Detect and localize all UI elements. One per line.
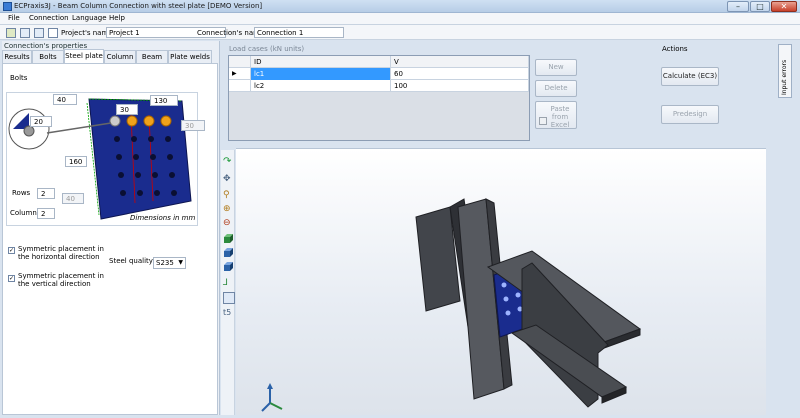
paste-from-excel-label: Paste from Excel <box>550 105 570 129</box>
sym-horizontal-label: Symmetric placement in the horizontal di… <box>18 245 104 261</box>
fit-icon[interactable] <box>223 292 235 304</box>
dim-input-30[interactable]: 30 <box>116 104 138 115</box>
bolt-head-2 <box>126 115 138 127</box>
tab-beam[interactable]: Beam <box>136 50 168 63</box>
zoom-in-icon[interactable]: ⊕ <box>223 204 235 216</box>
table-row[interactable]: lc2 100 <box>229 80 529 92</box>
bolt-head-4 <box>160 115 172 127</box>
axes-icon[interactable]: ⅃ <box>223 278 235 290</box>
current-row-icon: ▶ <box>229 68 251 80</box>
cell-id[interactable]: lc1 <box>251 68 391 80</box>
sym-horizontal-checkbox[interactable]: ✓ <box>8 247 15 254</box>
columns-input[interactable]: 2 <box>37 208 55 219</box>
dim-input-20[interactable]: 20 <box>30 116 52 127</box>
save-icon[interactable] <box>20 28 30 38</box>
connection-3d-model <box>261 198 642 412</box>
dim-input-40-top[interactable]: 40 <box>53 94 77 105</box>
menu-bar: File Connection Language Help <box>0 13 800 25</box>
new-button[interactable]: New <box>535 59 577 76</box>
columns-label: Columns <box>10 209 41 217</box>
toolbar: Project's name: Connection's name: <box>0 25 800 40</box>
rotate-icon[interactable]: ↷ <box>223 156 235 168</box>
dim-input-160[interactable]: 160 <box>65 156 87 167</box>
cell-id[interactable]: lc2 <box>251 80 391 92</box>
dim-input-130[interactable]: 130 <box>150 95 178 106</box>
tab-column[interactable]: Column <box>104 50 136 63</box>
calculate-ec3-button[interactable]: Calculate (EC3) <box>661 67 719 86</box>
row-header-cell <box>229 56 251 68</box>
cube-top-icon[interactable] <box>223 262 235 274</box>
cell-v[interactable]: 60 <box>391 68 529 80</box>
sym-vertical-label: Symmetric placement in the vertical dire… <box>18 272 104 288</box>
report-icon[interactable] <box>48 28 58 38</box>
menu-connection[interactable]: Connection <box>29 14 69 22</box>
plate-drawing <box>8 98 192 220</box>
bolts-group-title: Bolts <box>10 74 28 82</box>
load-cases-grid[interactable]: ID V ▶ lc1 60 lc2 100 <box>228 55 530 141</box>
dimensions-caption: Dimensions in mm <box>130 214 196 222</box>
window-title: ECPraxis3J - Beam Column Connection with… <box>14 2 263 10</box>
excel-icon <box>539 117 547 125</box>
load-cases-title: Load cases (kN units) <box>229 45 305 53</box>
print-icon[interactable] <box>34 28 44 38</box>
bolt-layout-diagram <box>6 92 198 226</box>
cube-side-icon[interactable] <box>223 248 235 260</box>
input-errors-label: Input errors <box>781 59 788 95</box>
delete-button[interactable]: Delete <box>535 80 577 97</box>
paste-from-excel-button[interactable]: Paste from Excel <box>535 101 577 129</box>
maximize-button[interactable]: □ <box>750 1 770 12</box>
sym-vertical-checkbox[interactable]: ✓ <box>8 275 15 282</box>
rows-input[interactable]: 2 <box>37 188 55 199</box>
tab-bolts[interactable]: Bolts <box>32 50 64 63</box>
table-row[interactable]: ▶ lc1 60 <box>229 68 529 80</box>
menu-language[interactable]: Language <box>72 14 107 22</box>
chevron-down-icon: ▼ <box>178 259 183 266</box>
header-id[interactable]: ID <box>251 56 391 68</box>
text-icon[interactable]: t5 <box>223 308 235 320</box>
row-header-cell <box>229 80 251 92</box>
axes-gizmo <box>261 383 283 412</box>
actions-title: Actions <box>662 45 688 53</box>
dim-input-30-right: 30 <box>181 120 205 131</box>
steel-quality-select[interactable]: S235 ▼ <box>153 257 186 269</box>
pan-icon[interactable]: ✥ <box>223 174 235 186</box>
predesign-button[interactable]: Predesign <box>661 105 719 124</box>
tab-plate-welds[interactable]: Plate welds <box>168 50 212 63</box>
tab-results[interactable]: Results <box>2 50 32 63</box>
steel-quality-label: Steel quality <box>109 257 153 265</box>
rows-label: Rows <box>12 189 31 197</box>
minimize-button[interactable]: – <box>727 1 749 12</box>
bolt-head-1 <box>109 115 121 127</box>
close-button[interactable]: ✕ <box>771 1 797 12</box>
menu-file[interactable]: File <box>8 14 20 22</box>
header-v[interactable]: V <box>391 56 529 68</box>
steel-quality-value: S235 <box>156 259 174 267</box>
app-icon <box>3 2 12 11</box>
dim-input-40-bottom: 40 <box>62 193 84 204</box>
cell-v[interactable]: 100 <box>391 80 529 92</box>
menu-help[interactable]: Help <box>109 14 125 22</box>
bolt-head-3 <box>143 115 155 127</box>
cube-front-icon[interactable] <box>223 234 235 246</box>
zoom-out-icon[interactable]: ⊖ <box>223 218 235 230</box>
steel-plate-shape <box>88 98 192 220</box>
tab-steel-plate[interactable]: Steel plate <box>64 49 104 63</box>
title-bar: ECPraxis3J - Beam Column Connection with… <box>0 0 800 13</box>
connection-name-input[interactable] <box>254 27 344 38</box>
3d-viewport[interactable] <box>236 148 766 415</box>
zoom-icon[interactable]: ⚲ <box>223 190 235 202</box>
input-errors-tab[interactable]: Input errors <box>778 44 792 98</box>
grid-header: ID V <box>229 56 529 68</box>
detail-bolt <box>23 125 35 137</box>
new-project-icon[interactable] <box>6 28 16 38</box>
